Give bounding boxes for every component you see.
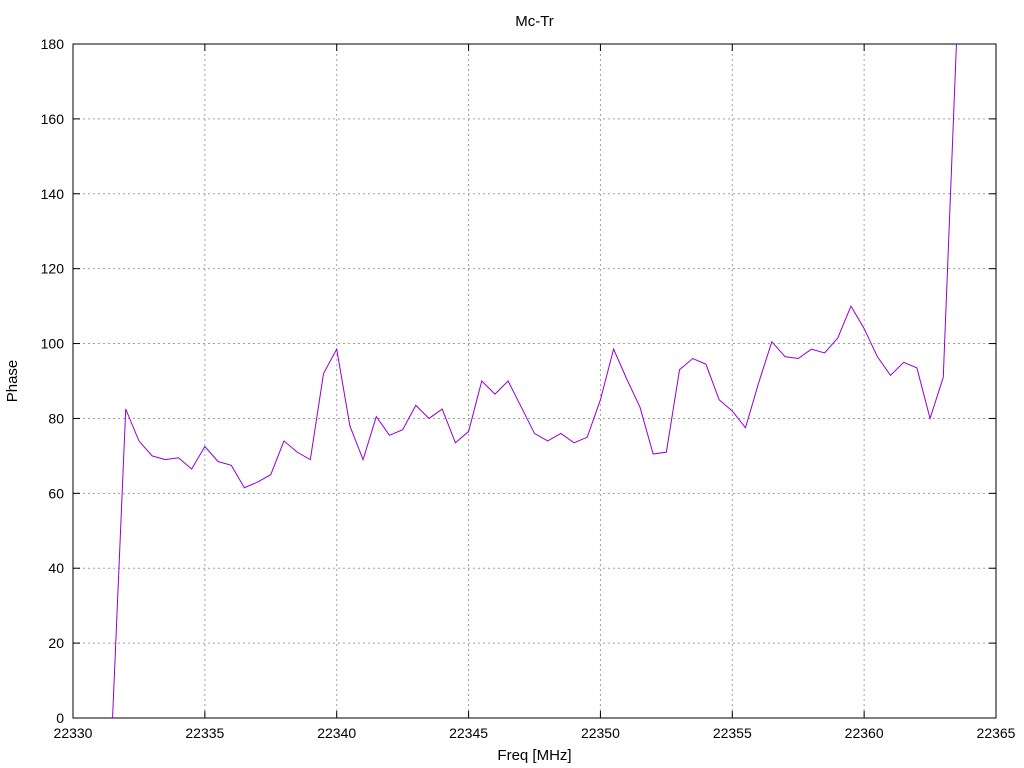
y-tick-label: 140 bbox=[41, 186, 65, 202]
x-tick-labels: 22330 22335 22340 22345 22350 22355 22360 22365 bbox=[54, 725, 1016, 741]
x-tick-label: 22340 bbox=[317, 725, 356, 741]
y-tick-label: 180 bbox=[41, 36, 65, 52]
series-line bbox=[112, 43, 957, 719]
chart-title: Mc-Tr bbox=[515, 13, 554, 30]
y-tick-label: 40 bbox=[48, 560, 64, 576]
grid bbox=[73, 44, 996, 718]
axis-ticks bbox=[72, 43, 997, 719]
y-tick-label: 80 bbox=[48, 410, 64, 426]
x-tick-label: 22355 bbox=[713, 725, 752, 741]
x-tick-label: 22345 bbox=[449, 725, 488, 741]
y-tick-label: 20 bbox=[48, 635, 64, 651]
series-group bbox=[112, 43, 957, 719]
y-tick-label: 100 bbox=[41, 336, 65, 352]
plot-frame bbox=[72, 43, 997, 719]
x-tick-label: 22335 bbox=[185, 725, 224, 741]
phase-chart: Mc-Tr 22330 22335 22340 22345 22350 22355 2236… bbox=[4, 13, 1016, 764]
x-tick-label: 22365 bbox=[977, 725, 1016, 741]
x-tick-label: 22350 bbox=[581, 725, 620, 741]
x-tick-label: 22360 bbox=[845, 725, 884, 741]
y-axis-label: Phase bbox=[4, 360, 21, 403]
y-tick-label: 60 bbox=[48, 485, 64, 501]
y-tick-label: 160 bbox=[41, 111, 65, 127]
x-tick-label: 22330 bbox=[54, 725, 93, 741]
y-tick-labels: 0 20 40 60 80 100 120 140 160 180 bbox=[41, 36, 65, 726]
y-tick-label: 120 bbox=[41, 261, 65, 277]
x-axis-label: Freq [MHz] bbox=[497, 747, 571, 764]
y-tick-label: 0 bbox=[56, 710, 64, 726]
